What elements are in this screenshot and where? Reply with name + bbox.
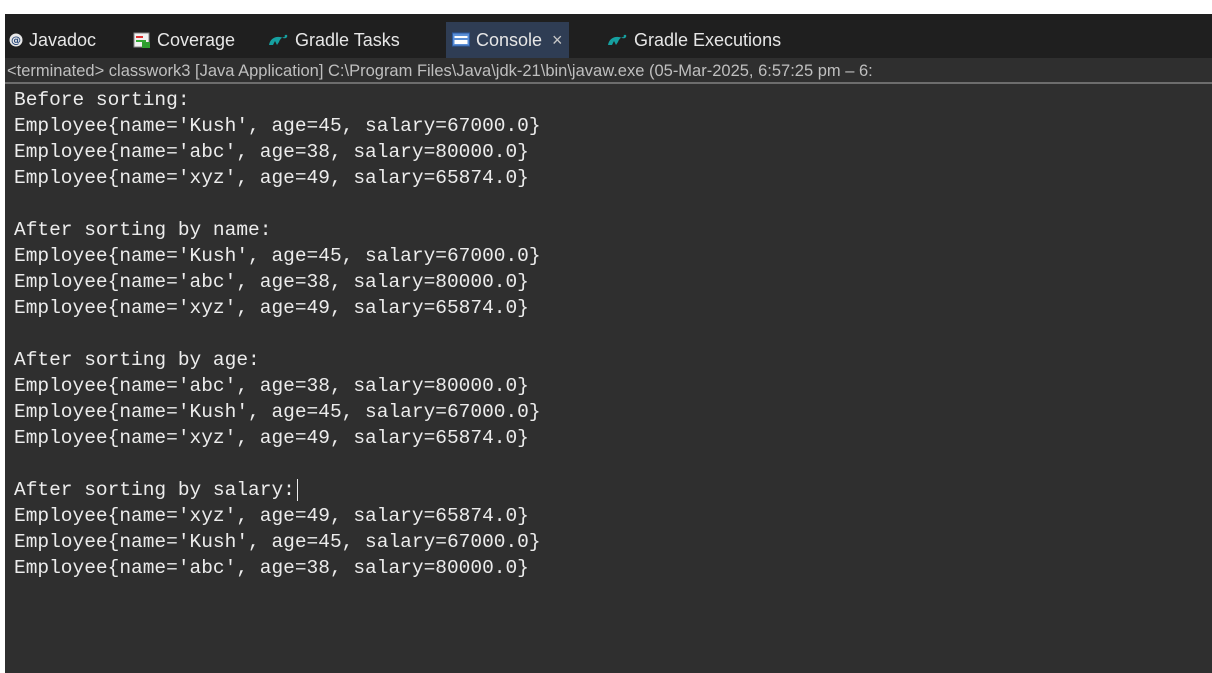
tab-gradle-executions[interactable]: Gradle Executions [606,22,781,58]
console-line: After sorting by name: [14,219,272,241]
gradle-icon [606,33,628,47]
console-line: Employee{name='xyz', age=49, salary=6587… [14,297,529,319]
console-line: Employee{name='abc', age=38, salary=8000… [14,375,529,397]
process-status-line: <terminated> classwork3 [Java Applicatio… [5,58,1212,84]
console-output[interactable]: Before sorting: Employee{name='Kush', age… [5,85,1212,673]
console-line: Employee{name='abc', age=38, salary=8000… [14,141,529,163]
cropped-heading-strip [0,0,1212,14]
tab-label: Console [476,29,543,50]
console-line: Employee{name='xyz', age=49, salary=6587… [14,505,529,527]
console-line: Employee{name='xyz', age=49, salary=6587… [14,167,529,189]
tab-javadoc[interactable]: @ Javadoc [5,22,96,58]
console-line: Employee{name='abc', age=38, salary=8000… [14,557,529,579]
tab-label: Javadoc [29,29,97,50]
console-line: Employee{name='Kush', age=45, salary=670… [14,531,541,553]
console-line: After sorting by age: [14,349,260,371]
gradle-icon [267,33,289,47]
tab-label: Gradle Tasks [295,29,400,50]
console-line: Employee{name='Kush', age=45, salary=670… [14,401,541,423]
tab-gradle-tasks[interactable]: Gradle Tasks [267,22,400,58]
console-line: Employee{name='xyz', age=49, salary=6587… [14,427,529,449]
console-line: Before sorting: [14,89,190,111]
tab-label: Coverage [157,29,236,50]
console-icon [452,32,470,48]
console-view: @ Javadoc Coverage Gradle Tasks Console … [5,14,1212,673]
at-icon: @ [9,33,23,47]
text-caret [296,478,299,501]
coverage-icon [133,31,151,49]
console-line: After sorting by salary: [14,477,299,503]
svg-text:@: @ [11,36,21,47]
console-line: Employee{name='Kush', age=45, salary=670… [14,115,541,137]
view-tab-bar: @ Javadoc Coverage Gradle Tasks Console … [5,14,1212,58]
tab-coverage[interactable]: Coverage [133,22,235,58]
console-line: Employee{name='Kush', age=45, salary=670… [14,245,541,267]
tab-label: Gradle Executions [634,29,782,50]
console-line: Employee{name='abc', age=38, salary=8000… [14,271,529,293]
close-icon[interactable]: × [552,30,563,51]
tab-console[interactable]: Console × [446,22,569,58]
